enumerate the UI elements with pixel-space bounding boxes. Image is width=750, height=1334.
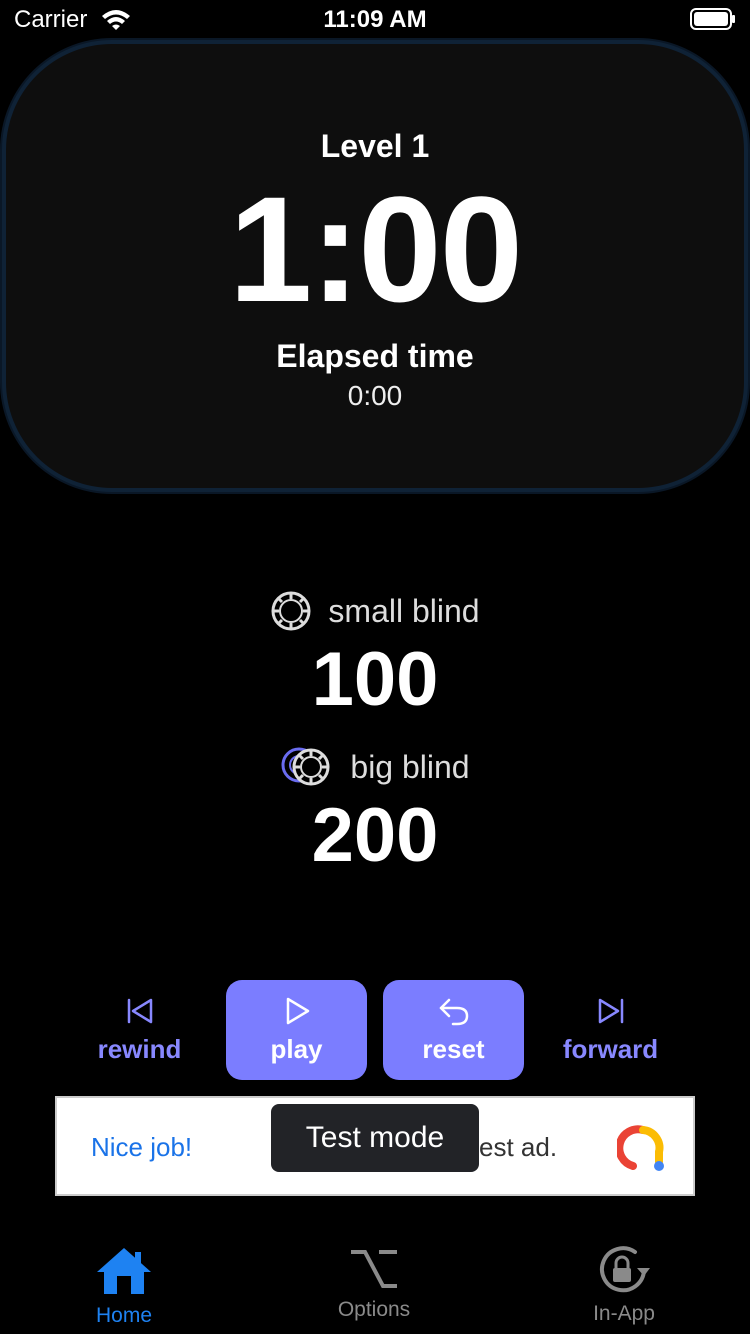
big-blind-row: big blind xyxy=(0,744,750,790)
ad-headline: Nice job! xyxy=(91,1132,193,1162)
play-label: play xyxy=(270,1033,323,1064)
status-bar: Carrier 11:09 AM xyxy=(0,0,750,40)
lock-rotate-icon xyxy=(600,1246,650,1293)
poker-chip-icon xyxy=(271,591,311,631)
play-icon xyxy=(286,997,309,1024)
ad-body-text: est ad. xyxy=(479,1132,558,1162)
timer-card: Level 1 1:00 Elapsed time 0:00 xyxy=(2,40,748,492)
elapsed-time-value: 0:00 xyxy=(347,380,403,411)
forward-button[interactable]: forward xyxy=(540,980,681,1080)
tab-home-label: Home xyxy=(95,1304,153,1327)
skip-forward-icon xyxy=(598,998,623,1023)
small-blind-label: small blind xyxy=(328,592,480,629)
undo-arrow-icon xyxy=(439,998,468,1025)
forward-label: forward xyxy=(562,1033,659,1064)
big-blind-value: 200 xyxy=(311,793,439,878)
home-icon xyxy=(97,1248,151,1294)
countdown-timer: 1:00 xyxy=(228,165,523,333)
rewind-button[interactable]: rewind xyxy=(69,980,210,1080)
rewind-label: rewind xyxy=(97,1033,182,1064)
status-time: 11:09 AM xyxy=(323,6,427,33)
play-button[interactable]: play xyxy=(226,980,367,1080)
tab-in-app[interactable]: In-App xyxy=(549,1246,699,1326)
option-key-icon xyxy=(351,1250,397,1288)
tab-in-app-label: In-App xyxy=(593,1302,655,1325)
reset-button[interactable]: reset xyxy=(383,980,524,1080)
tab-options[interactable]: Options xyxy=(299,1246,449,1322)
poker-chips-icon xyxy=(281,747,330,786)
skip-back-icon xyxy=(127,998,152,1023)
big-blind-label: big blind xyxy=(350,748,470,785)
test-mode-toast: Test mode xyxy=(271,1104,479,1172)
small-blind-row: small blind xyxy=(0,588,750,634)
elapsed-time-label: Elapsed time xyxy=(276,338,474,374)
small-blind-value: 100 xyxy=(311,637,439,722)
tab-home[interactable]: Home xyxy=(49,1246,199,1328)
battery-icon xyxy=(690,8,735,30)
level-title: Level 1 xyxy=(320,128,430,164)
ad-brand-logo-icon xyxy=(617,1125,664,1171)
tab-options-label: Options xyxy=(337,1298,411,1321)
reset-label: reset xyxy=(422,1033,485,1064)
tab-bar: Home Options In-App xyxy=(0,1232,750,1334)
